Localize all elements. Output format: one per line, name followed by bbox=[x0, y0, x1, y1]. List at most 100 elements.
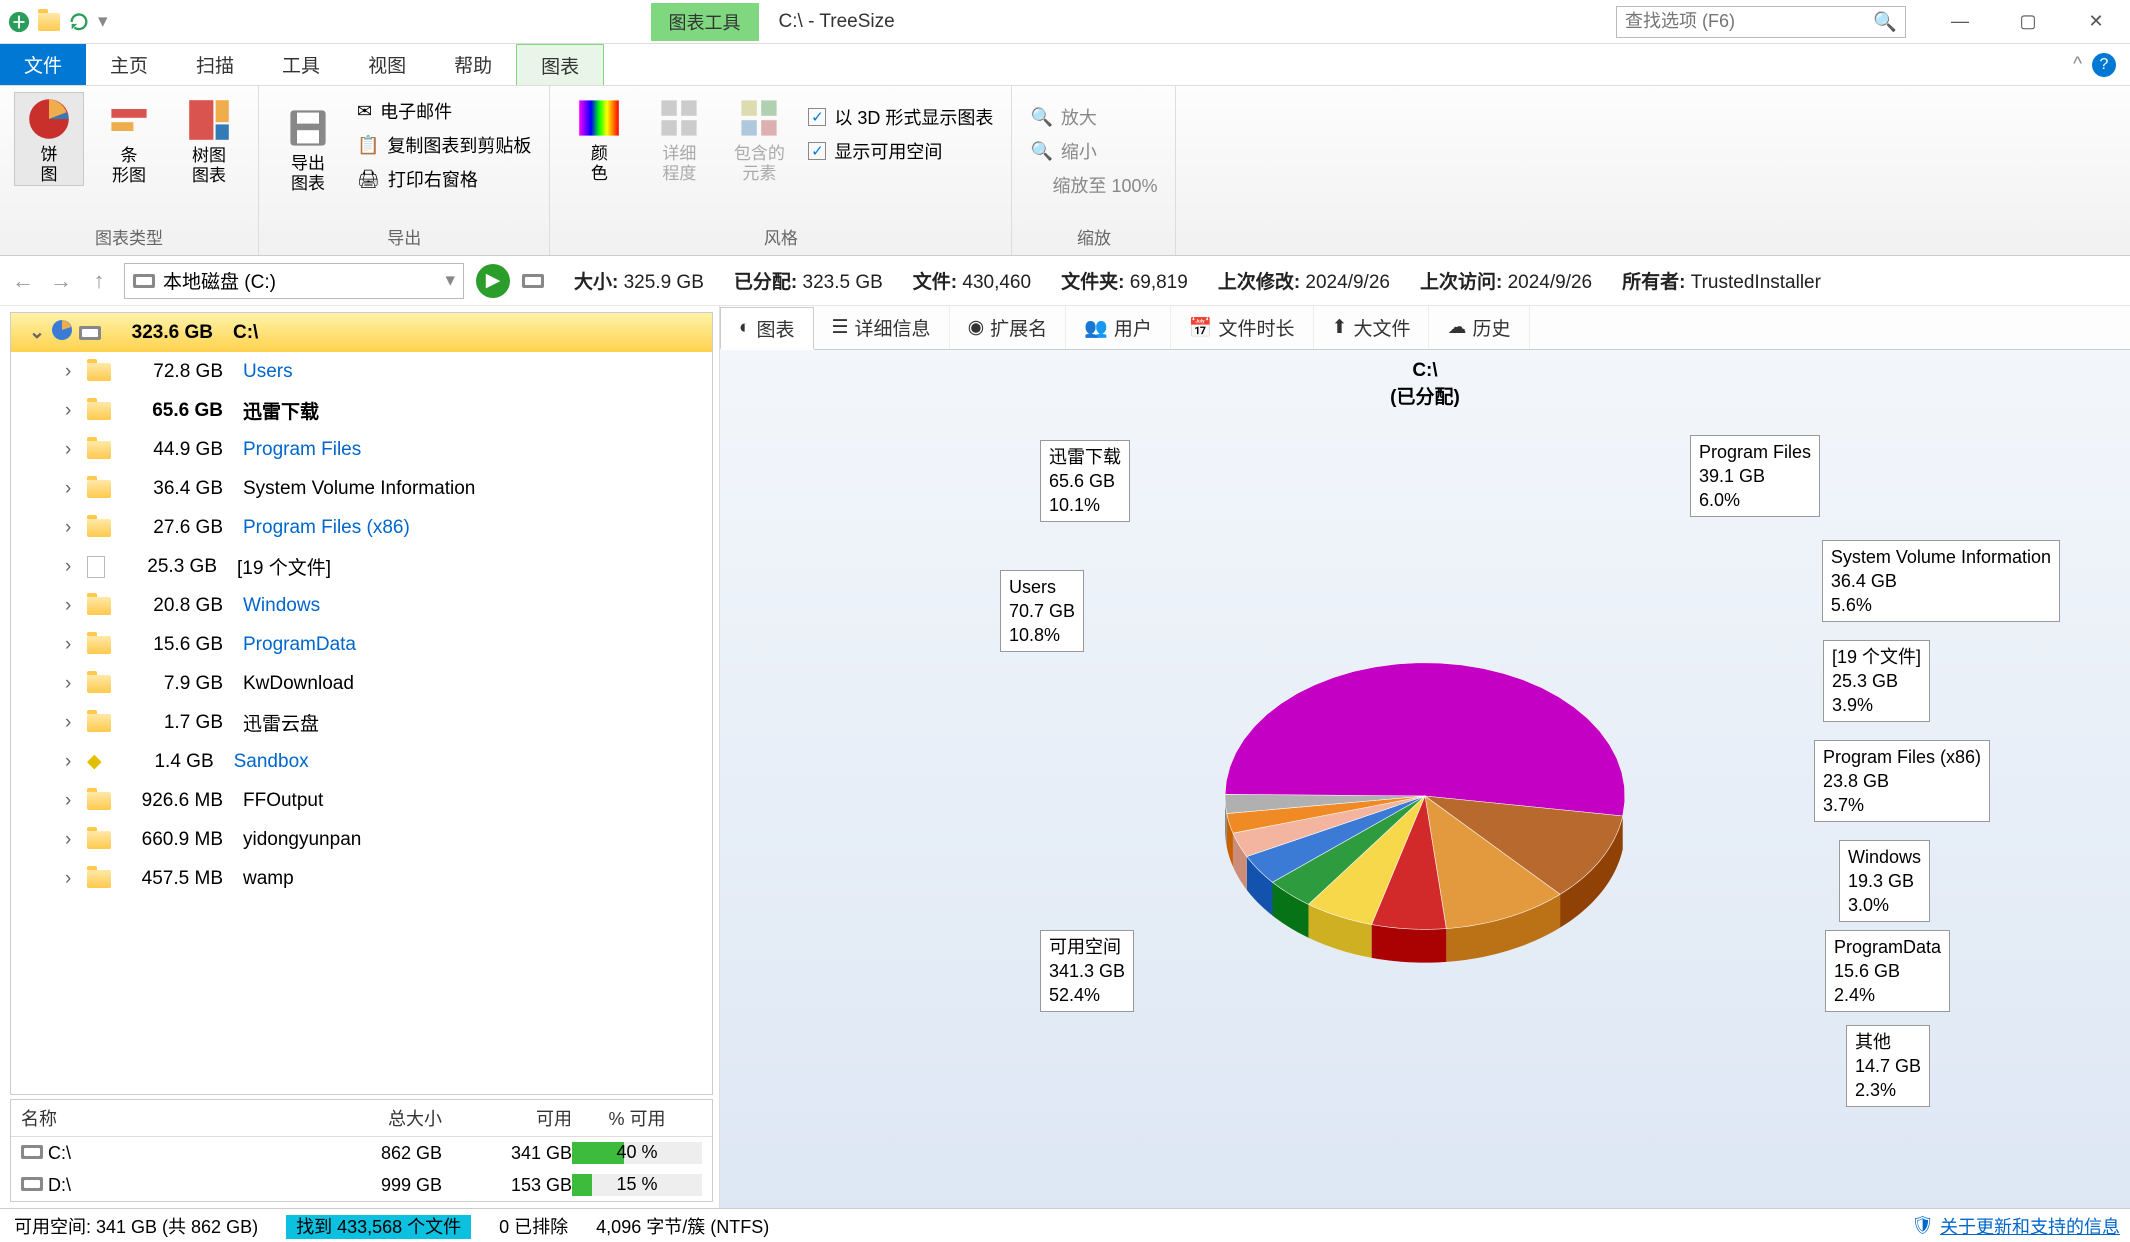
tree-row[interactable]: ›660.9 MByidongyunpan bbox=[11, 820, 712, 859]
group-chart-types: 图表类型 bbox=[14, 220, 244, 253]
status-support-link[interactable]: 🛡 关于更新和支持的信息 bbox=[1911, 1213, 2130, 1239]
tree-row[interactable]: ›1.7 GB迅雷云盘 bbox=[11, 703, 712, 742]
expand-icon[interactable]: › bbox=[65, 439, 81, 461]
qat-dropdown-icon[interactable]: ▾ bbox=[98, 10, 108, 33]
color-button[interactable]: 颜 色 bbox=[564, 92, 634, 184]
zoom-out-button[interactable]: 🔍缩小 bbox=[1026, 136, 1161, 166]
ribbon: 饼 图 条 形图 树图 图表 图表类型 导出 图表 ✉电子邮件 📋复制图表到剪贴… bbox=[0, 86, 2130, 256]
folder-icon bbox=[87, 636, 111, 654]
minimize-button[interactable]: — bbox=[1926, 0, 1994, 44]
col-pct[interactable]: % 可用 bbox=[572, 1105, 702, 1131]
bar-chart-button[interactable]: 条 形图 bbox=[94, 92, 164, 186]
nav-fwd-icon[interactable]: → bbox=[48, 268, 74, 294]
tree-row[interactable]: ›25.3 GB[19 个文件] bbox=[11, 547, 712, 586]
folder-icon bbox=[87, 714, 111, 732]
copy-clipboard-button[interactable]: 📋复制图表到剪贴板 bbox=[353, 130, 535, 160]
path-info: 大小: 325.9 GB 已分配: 323.5 GB 文件: 430,460 文… bbox=[522, 267, 1821, 294]
tab-bigfiles[interactable]: ⬆大文件 bbox=[1314, 306, 1430, 349]
nav-up-icon[interactable]: ↑ bbox=[86, 268, 112, 294]
menu-scan[interactable]: 扫描 bbox=[172, 44, 258, 85]
expand-icon[interactable]: › bbox=[65, 712, 81, 734]
search-icon[interactable]: 🔍 bbox=[1873, 10, 1897, 34]
tab-history[interactable]: ☁历史 bbox=[1429, 306, 1529, 349]
menu-tools[interactable]: 工具 bbox=[258, 44, 344, 85]
folder-tree[interactable]: ⌄ 323.6 GB C:\ ›72.8 GBUsers›65.6 GB迅雷下载… bbox=[10, 312, 713, 1095]
scan-button[interactable]: ▶ bbox=[476, 264, 510, 298]
nav-back-icon[interactable]: ← bbox=[10, 268, 36, 294]
tree-row[interactable]: ›72.8 GBUsers bbox=[11, 352, 712, 391]
sandbox-icon: ◆ bbox=[87, 750, 102, 773]
pie-chart-button[interactable]: 饼 图 bbox=[14, 92, 84, 186]
tab-filetime[interactable]: 📅文件时长 bbox=[1171, 306, 1314, 349]
drive-selector[interactable]: 本地磁盘 (C:) ▾ bbox=[124, 263, 464, 299]
tree-row[interactable]: ›20.8 GBWindows bbox=[11, 586, 712, 625]
treemap-button[interactable]: 树图 图表 bbox=[174, 92, 244, 186]
col-name[interactable]: 名称 bbox=[21, 1105, 312, 1131]
tree-row[interactable]: ›7.9 GBKwDownload bbox=[11, 664, 712, 703]
expand-icon[interactable]: › bbox=[65, 790, 81, 812]
callout-other: 其他14.7 GB2.3% bbox=[1846, 1025, 1930, 1107]
drive-row[interactable]: C:\862 GB341 GB40 % bbox=[11, 1137, 712, 1169]
chk-freespace[interactable]: ✓显示可用空间 bbox=[804, 136, 997, 166]
menu-help[interactable]: 帮助 bbox=[430, 44, 516, 85]
search-input[interactable] bbox=[1625, 11, 1873, 32]
expand-icon[interactable]: › bbox=[65, 517, 81, 539]
zoom-100-button[interactable]: 缩放至 100% bbox=[1026, 170, 1161, 200]
expand-icon[interactable]: › bbox=[65, 751, 81, 773]
tree-row[interactable]: ›27.6 GBProgram Files (x86) bbox=[11, 508, 712, 547]
tree-row[interactable]: ›15.6 GBProgramData bbox=[11, 625, 712, 664]
expand-icon[interactable]: › bbox=[65, 634, 81, 656]
tree-row[interactable]: ›65.6 GB迅雷下载 bbox=[11, 391, 712, 430]
export-chart-button[interactable]: 导出 图表 bbox=[273, 92, 343, 194]
tree-name: Program Files (x86) bbox=[243, 517, 410, 539]
tree-row[interactable]: ›457.5 MBwamp bbox=[11, 859, 712, 898]
col-total[interactable]: 总大小 bbox=[312, 1105, 442, 1131]
expand-icon[interactable]: › bbox=[65, 673, 81, 695]
detail-level-button[interactable]: 详细 程度 bbox=[644, 92, 714, 184]
search-options[interactable]: 🔍 bbox=[1616, 6, 1906, 38]
col-free[interactable]: 可用 bbox=[442, 1105, 572, 1131]
collapse-ribbon-icon[interactable]: ^ bbox=[2073, 54, 2082, 76]
email-button[interactable]: ✉电子邮件 bbox=[353, 96, 535, 126]
tab-chart[interactable]: ◐图表 bbox=[720, 307, 814, 350]
collapse-icon[interactable]: ⌄ bbox=[29, 321, 45, 344]
folder-icon bbox=[87, 519, 111, 537]
open-folder-icon[interactable] bbox=[38, 11, 60, 33]
close-button[interactable]: ✕ bbox=[2062, 0, 2130, 44]
maximize-button[interactable]: ▢ bbox=[1994, 0, 2062, 44]
location-bar: ← → ↑ 本地磁盘 (C:) ▾ ▶ 大小: 325.9 GB 已分配: 32… bbox=[0, 256, 2130, 306]
tab-users[interactable]: 👥用户 bbox=[1066, 306, 1171, 349]
tab-extensions[interactable]: ◉扩展名 bbox=[950, 306, 1067, 349]
expand-icon[interactable]: › bbox=[65, 868, 81, 890]
spectrum-icon bbox=[577, 96, 621, 140]
expand-icon[interactable]: › bbox=[65, 829, 81, 851]
tree-row[interactable]: ›36.4 GBSystem Volume Information bbox=[11, 469, 712, 508]
tab-details[interactable]: ☰详细信息 bbox=[814, 306, 950, 349]
expand-icon[interactable]: › bbox=[65, 361, 81, 383]
expand-icon[interactable]: › bbox=[65, 556, 81, 578]
help-icon[interactable]: ? bbox=[2092, 53, 2116, 77]
menu-home[interactable]: 主页 bbox=[86, 44, 172, 85]
refresh-icon[interactable] bbox=[68, 11, 90, 33]
tree-root[interactable]: ⌄ 323.6 GB C:\ bbox=[11, 313, 712, 352]
zoom-in-button[interactable]: 🔍放大 bbox=[1026, 102, 1161, 132]
include-elements-button[interactable]: 包含的 元素 bbox=[724, 92, 794, 184]
expand-icon[interactable]: › bbox=[65, 595, 81, 617]
hdd-icon bbox=[21, 1145, 43, 1159]
tree-row[interactable]: ›44.9 GBProgram Files bbox=[11, 430, 712, 469]
tree-name: System Volume Information bbox=[243, 478, 475, 500]
print-right-button[interactable]: 🖨打印右窗格 bbox=[353, 164, 535, 194]
menu-chart[interactable]: 图表 bbox=[516, 44, 604, 85]
expand-icon[interactable]: › bbox=[65, 478, 81, 500]
menu-file[interactable]: 文件 bbox=[0, 44, 86, 85]
tree-name: yidongyunpan bbox=[243, 829, 361, 851]
menu-view[interactable]: 视图 bbox=[344, 44, 430, 85]
hdd-icon bbox=[522, 274, 544, 288]
chk-3d[interactable]: ✓以 3D 形式显示图表 bbox=[804, 102, 997, 132]
tree-name: Sandbox bbox=[234, 751, 309, 773]
drive-row[interactable]: D:\999 GB153 GB15 % bbox=[11, 1169, 712, 1201]
tree-row[interactable]: ›◆1.4 GBSandbox bbox=[11, 742, 712, 781]
expand-icon[interactable]: › bbox=[65, 400, 81, 422]
tree-row[interactable]: ›926.6 MBFFOutput bbox=[11, 781, 712, 820]
tree-name: Windows bbox=[243, 595, 320, 617]
